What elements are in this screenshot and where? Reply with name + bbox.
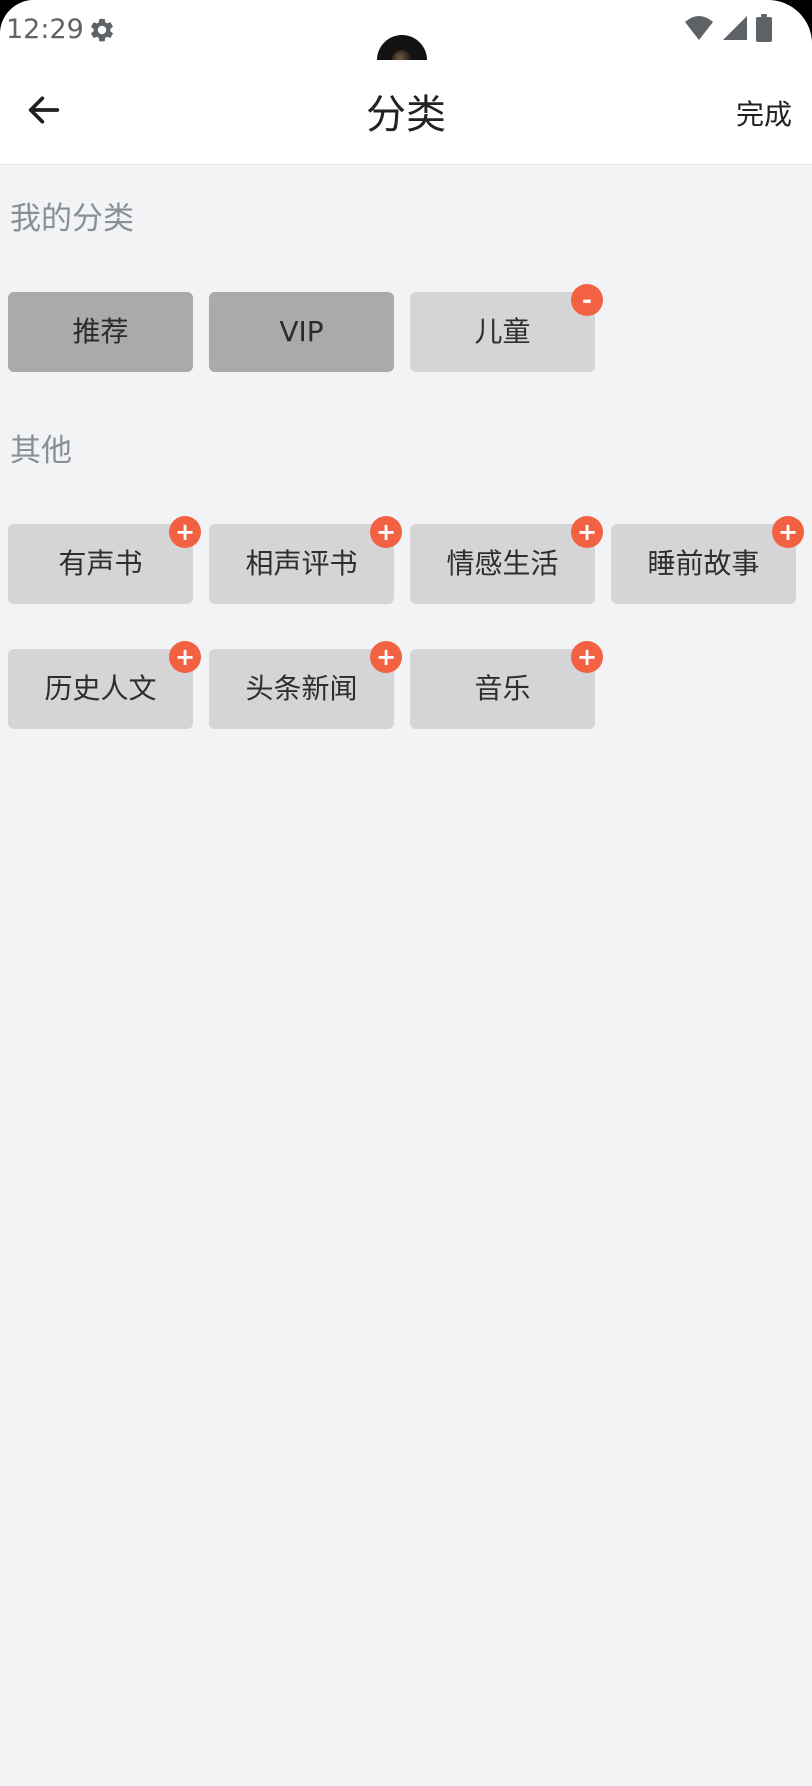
tag-label: 有声书 — [58, 547, 143, 580]
add-badge[interactable]: + — [370, 516, 402, 548]
signal-icon — [722, 15, 748, 45]
tag-label: VIP — [279, 315, 324, 348]
other-categories-title: 其他 — [10, 433, 72, 469]
category-tag-recommend[interactable]: 推荐 — [8, 292, 193, 372]
add-badge[interactable]: + — [571, 516, 603, 548]
category-tag-music[interactable]: 音乐 + — [410, 641, 603, 729]
tag-label: 睡前故事 — [647, 547, 760, 580]
page-title: 分类 — [366, 92, 446, 138]
add-badge[interactable]: + — [571, 641, 603, 673]
category-tag-emotion[interactable]: 情感生活 + — [410, 516, 603, 604]
category-tag-audiobook[interactable]: 有声书 + — [8, 516, 201, 604]
tag-label: 情感生活 — [446, 547, 559, 580]
tag-label: 推荐 — [72, 315, 129, 348]
tag-label: 相声评书 — [245, 547, 358, 580]
add-badge[interactable]: + — [370, 641, 402, 673]
my-categories-title: 我的分类 — [10, 201, 134, 237]
category-tag-bedtime[interactable]: 睡前故事 + — [611, 516, 804, 604]
done-button[interactable]: 完成 — [736, 95, 792, 135]
category-tag-children[interactable]: 儿童 - — [410, 284, 603, 372]
gear-icon — [88, 16, 116, 44]
remove-badge[interactable]: - — [571, 284, 603, 316]
status-bar: 12:29 — [0, 0, 812, 85]
wifi-icon — [684, 15, 714, 45]
tag-label: 历史人文 — [44, 672, 157, 705]
app-header: 分类 完成 — [0, 60, 812, 164]
screen: 12:29 分类 完成 我的分类 推荐 VIP 儿童 - 其他 有声书 + 相声… — [0, 0, 812, 1786]
category-tag-crosstalk[interactable]: 相声评书 + — [209, 516, 402, 604]
battery-icon — [756, 14, 772, 46]
tag-label: 音乐 — [474, 672, 531, 705]
status-icons — [684, 14, 772, 46]
add-badge[interactable]: + — [169, 641, 201, 673]
category-tag-vip[interactable]: VIP — [209, 292, 394, 372]
status-time: 12:29 — [6, 14, 84, 45]
tag-label: 头条新闻 — [245, 672, 358, 705]
tag-label: 儿童 — [474, 315, 531, 348]
add-badge[interactable]: + — [772, 516, 804, 548]
category-tag-news[interactable]: 头条新闻 + — [209, 641, 402, 729]
header-divider — [0, 164, 812, 165]
add-badge[interactable]: + — [169, 516, 201, 548]
category-tag-history[interactable]: 历史人文 + — [8, 641, 201, 729]
